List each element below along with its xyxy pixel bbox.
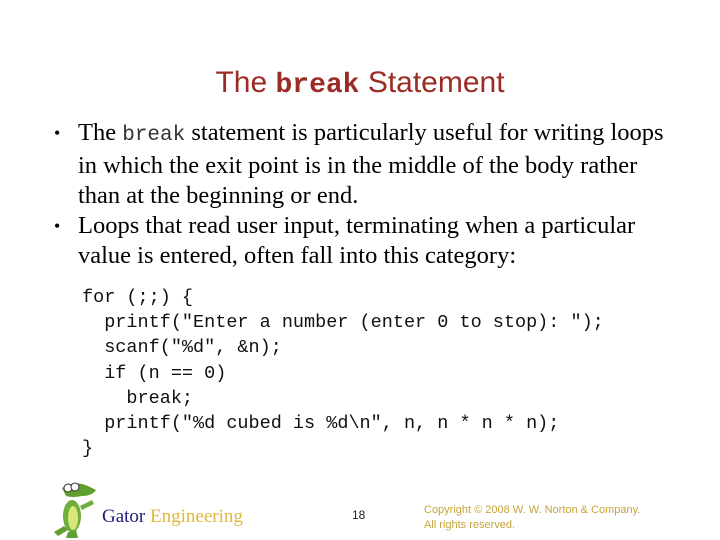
code-block: for (;;) { printf("Enter a number (enter…	[82, 287, 604, 460]
page-number: 18	[352, 508, 366, 522]
slide-title: The break Statement	[0, 66, 720, 101]
title-prefix: The	[215, 66, 276, 99]
bullet-list: • The break statement is particularly us…	[54, 118, 674, 271]
bullet-dot-icon: •	[54, 123, 61, 143]
bullet-item: • The break statement is particularly us…	[54, 119, 664, 209]
slide: The break Statement • The break statemen…	[0, 0, 720, 540]
copyright: Copyright © 2008 W. W. Norton & Company.…	[424, 504, 641, 531]
inline-code: break	[122, 124, 186, 147]
gator-mascot-icon	[48, 476, 106, 538]
title-suffix: Statement	[359, 66, 505, 99]
brand-wordmark: Gator Engineering	[102, 506, 243, 527]
bullet-dot-icon: •	[54, 216, 61, 236]
title-code: break	[275, 70, 360, 101]
bullet-item: • Loops that read user input, terminatin…	[54, 212, 636, 269]
